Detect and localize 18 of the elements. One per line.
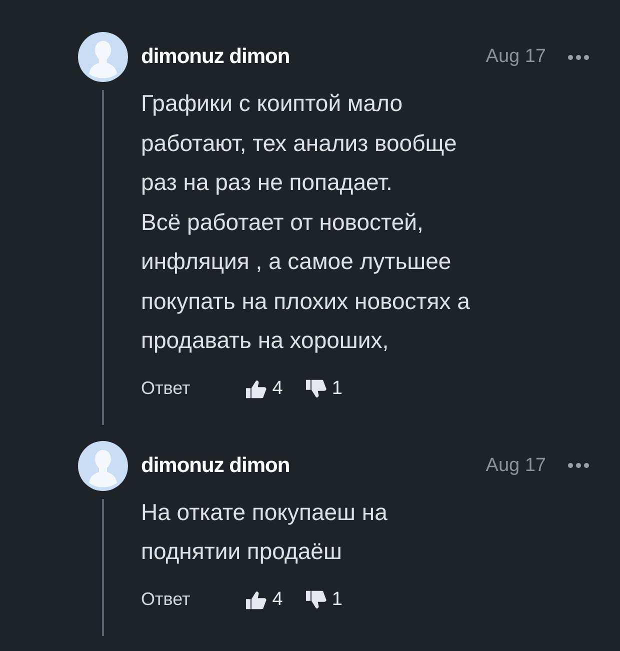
avatar-icon [78,440,128,490]
dislike-count: 1 [332,588,342,610]
dislike-count: 1 [332,378,342,400]
thumbs-up-icon[interactable] [245,590,268,610]
like-count: 4 [272,588,283,610]
thumbs-down-icon[interactable] [304,590,327,610]
like-count: 4 [272,378,283,400]
thumbs-up-icon[interactable] [245,378,268,398]
reply-link[interactable]: Ответ [141,589,190,610]
comment-date: Aug 17 [486,454,546,476]
comment-text: На откате покупаеш на поднятии продаёш [141,498,388,566]
reply-link[interactable]: Ответ [141,378,190,399]
author-name[interactable]: dimonuz dimon [141,454,290,478]
thumbs-down-icon[interactable] [304,378,327,398]
avatar-icon [78,32,128,82]
author-name[interactable]: dimonuz dimon [141,45,290,69]
comment-date: Aug 17 [486,46,546,68]
comment-text: Графики с коиптой мало работают, тех анализ вообще раз на раз не попадает. Всё работает от новостей, инфляция , а самое лутьшее покупать на плохих новостях а продавать на хороших, [141,89,471,355]
